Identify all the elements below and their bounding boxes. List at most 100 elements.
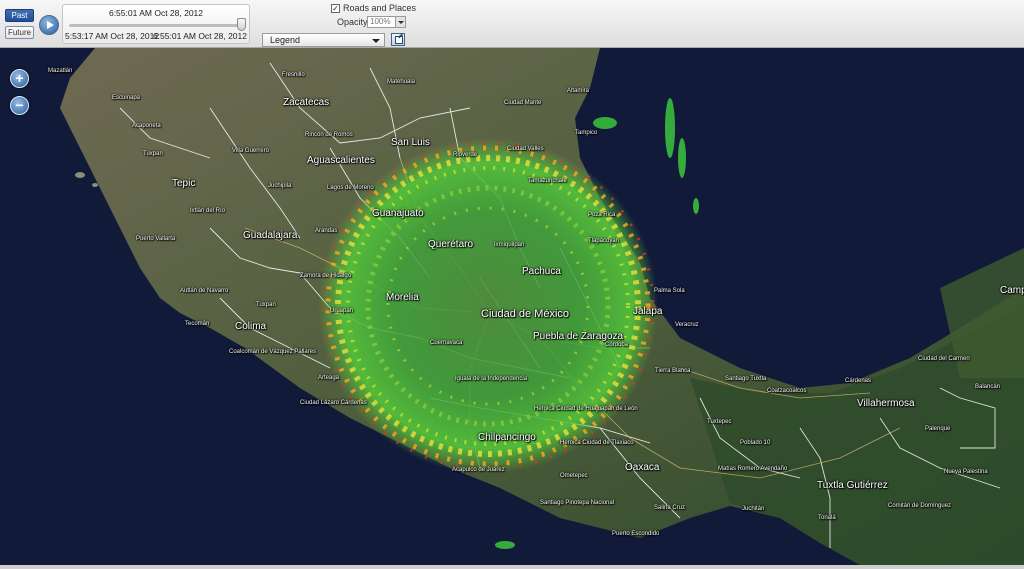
place-label: Rincón de Romos [305, 132, 353, 138]
place-label: Chilpancingo [478, 432, 536, 443]
place-label: Puerto Vallarta [136, 236, 176, 242]
future-button[interactable]: Future [5, 26, 34, 39]
place-label: Matehuala [387, 79, 416, 85]
place-label: Balancán [975, 384, 1001, 390]
roads-label: Roads and Places [343, 3, 417, 13]
place-label: Coalcomán de Vázquez Pallares [229, 349, 317, 355]
place-label: Comitán de Domínguez [888, 503, 952, 509]
time-slider-panel: 6:55:01 AM Oct 28, 2012 5:53:17 AM Oct 2… [62, 4, 250, 44]
past-button[interactable]: Past [5, 9, 34, 22]
legend-dropdown[interactable]: Legend [262, 33, 385, 47]
place-label: Poblado 10 [740, 440, 771, 446]
place-label: Acaponeta [132, 123, 161, 129]
zoom-out-button[interactable]: − [10, 96, 29, 115]
place-label: Uruapan [330, 308, 354, 314]
place-label: San Luis [391, 137, 430, 148]
status-bar [0, 565, 1024, 569]
play-icon[interactable] [39, 15, 59, 35]
place-label: Zacatecas [283, 97, 330, 108]
place-label: Ciudad Valles [507, 146, 544, 152]
place-label: Altamira [567, 88, 590, 94]
place-label: Tecomán [185, 321, 210, 327]
place-label: Ciudad del Carmen [918, 356, 970, 362]
place-label: Zamora de Hidalgo [300, 273, 352, 279]
place-label: Querétaro [428, 239, 474, 250]
place-label: Ixtlán del Río [190, 208, 226, 214]
place-label: Veracruz [675, 322, 699, 328]
place-label: Aguascalientes [307, 155, 375, 166]
place-label: Heroica Ciudad de Tlaxiaco [560, 440, 634, 446]
place-label: Tuxtla Gutiérrez [817, 480, 888, 491]
chevron-down-icon [395, 17, 405, 27]
place-label: Ciudad de México [481, 308, 570, 320]
opacity-label: Opacity [337, 17, 368, 27]
place-label: Cárdenas [845, 378, 872, 384]
place-label: Córdoba [605, 342, 629, 348]
place-label: Autlán de Navarro [180, 288, 229, 294]
place-label: Villa Guerrero [232, 148, 269, 154]
place-label: Poza Rica [588, 212, 616, 218]
place-label: Heroica Ciudad de Huajuapan de León [534, 406, 638, 412]
place-label: Oaxaca [625, 462, 660, 473]
range-end-label: 6:55:01 AM Oct 28, 2012 [152, 31, 247, 41]
place-label: Colima [235, 321, 267, 332]
place-label: Jalapa [633, 306, 663, 317]
island [92, 183, 98, 187]
place-label: Tierra Blanca [655, 368, 691, 374]
range-start-label: 5:53:17 AM Oct 28, 2012 [65, 31, 160, 41]
roads-checkbox[interactable]: ✓ [331, 4, 340, 13]
place-label: Tlapacoyan [588, 238, 620, 244]
place-label: Ixmiquilpan [494, 242, 525, 248]
place-label: Guanajuato [372, 208, 424, 219]
opacity-select[interactable]: 100% [367, 16, 406, 28]
place-label: Arandas [315, 228, 338, 234]
time-slider-thumb[interactable] [237, 18, 246, 31]
current-time-label: 6:55:01 AM Oct 28, 2012 [108, 8, 204, 18]
place-label: Puebla de Zaragoza [533, 331, 624, 342]
place-label: Tamazunchale [528, 178, 567, 184]
place-label: Arteaga [318, 375, 340, 381]
export-icon[interactable] [391, 33, 405, 46]
opacity-value: 100% [370, 17, 391, 26]
place-label: Santiago Tuxtla [725, 376, 767, 382]
place-label: Ciudad Lázaro Cárdenas [300, 400, 367, 406]
place-label: Rioverde [453, 152, 478, 158]
place-label: Tampico [575, 130, 598, 136]
place-label: Puerto Escondido [612, 531, 660, 537]
place-label: Fresnillo [282, 72, 305, 78]
place-label: Palma Sola [654, 288, 685, 294]
place-label: Santiago Pinotepa Nacional [540, 500, 615, 506]
place-label: Juchipila [268, 183, 292, 189]
place-label: Cuernavaca [430, 340, 463, 346]
place-label: Villahermosa [857, 398, 915, 409]
time-slider-track[interactable] [69, 24, 241, 27]
place-label: Tuxpan [256, 302, 276, 308]
place-label: Tuxpan [143, 151, 163, 157]
place-label: Mazatlán [48, 68, 73, 74]
place-label: Tuxtepec [707, 419, 732, 425]
chevron-down-icon [372, 39, 380, 43]
place-label: Coatzacoalcos [767, 388, 807, 394]
zoom-in-button[interactable]: + [10, 69, 29, 88]
place-label: Tepic [172, 178, 196, 189]
place-label: Pachuca [522, 266, 561, 277]
place-label: Matías Romero Avendaño [718, 466, 788, 472]
place-label: Juchitán [742, 506, 765, 512]
place-label: Ometepec [560, 473, 588, 479]
place-label: Tonalá [818, 515, 836, 521]
place-label: Lagos de Moreno [327, 185, 374, 191]
place-label: Guadalajara [243, 230, 298, 241]
legend-label: Legend [270, 35, 301, 45]
radar-map[interactable]: + − Mazatlán Escuinapa Acaponeta Tuxpan … [0, 48, 1024, 565]
place-label: Ciudad Mante [504, 100, 542, 106]
place-label: Campe [1000, 285, 1024, 296]
place-label: Iguala de la Independencia [455, 376, 528, 382]
island [75, 172, 85, 178]
place-label: Escuinapa [112, 95, 141, 101]
place-label: Nueva Palestina [944, 469, 988, 475]
place-label: Acapulco de Juárez [452, 467, 505, 473]
radar-toolbar: Past Future 6:55:01 AM Oct 28, 2012 5:53… [0, 0, 1024, 48]
place-label: Morelia [386, 292, 419, 303]
place-label: Palenque [925, 426, 951, 432]
place-label: Salina Cruz [654, 505, 686, 511]
